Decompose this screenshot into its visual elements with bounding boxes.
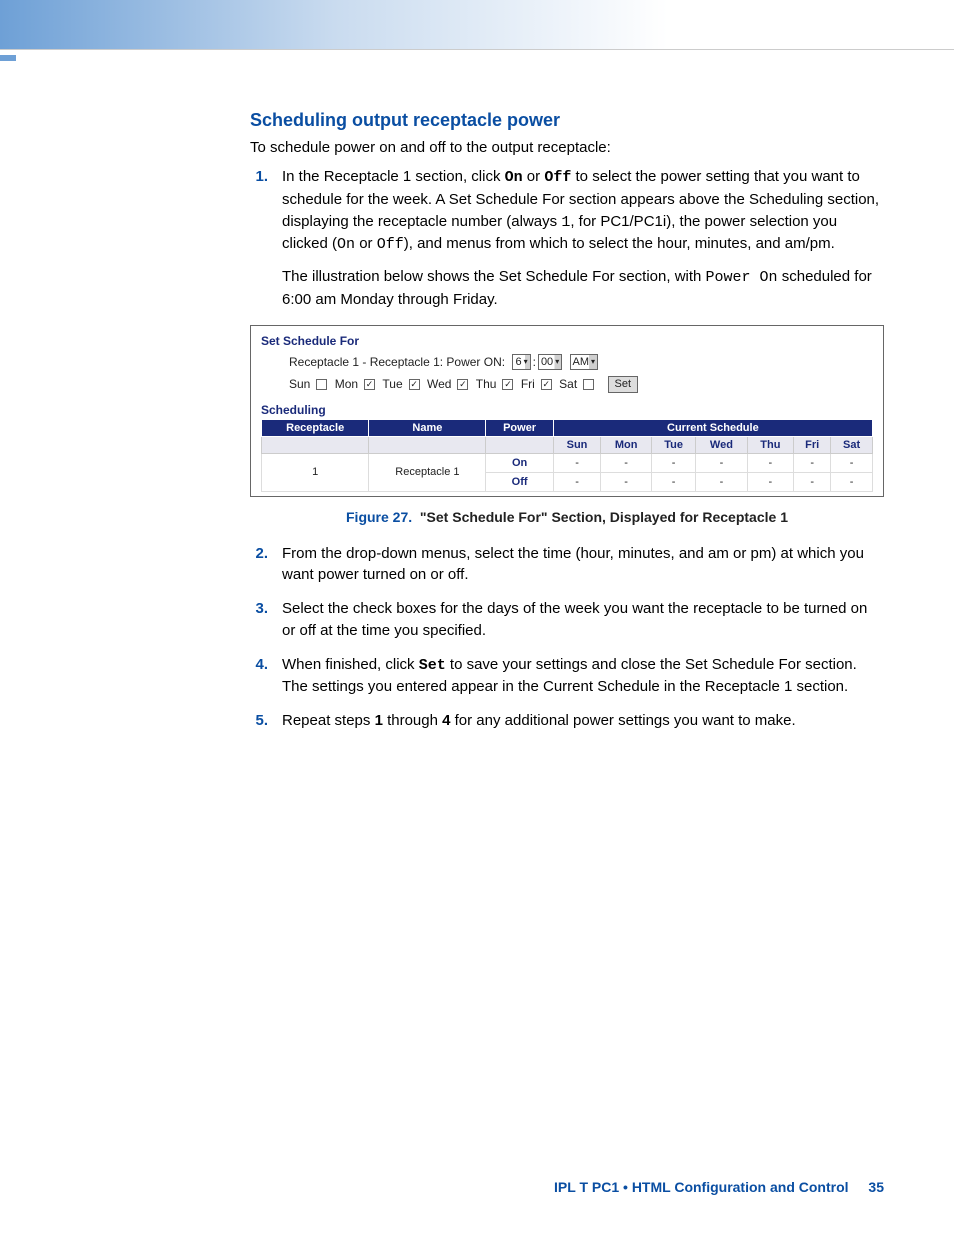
day-label: Tue: [382, 377, 402, 391]
step-body: From the drop-down menus, select the tim…: [282, 543, 884, 587]
day-label: Wed: [427, 377, 451, 391]
receptacle-number: 1: [262, 453, 369, 491]
schedule-cell[interactable]: -: [601, 472, 652, 491]
power-on-label[interactable]: On: [486, 453, 553, 472]
schedule-cell[interactable]: -: [831, 472, 873, 491]
step-number: 2.: [250, 543, 268, 587]
day-column-header: Tue: [651, 436, 695, 453]
set-schedule-header: Set Schedule For: [261, 334, 873, 348]
day-label: Thu: [476, 377, 497, 391]
page-top-gradient: [0, 0, 954, 50]
day-checkbox[interactable]: [541, 379, 552, 390]
day-column-header: Mon: [601, 436, 652, 453]
schedule-cell[interactable]: -: [553, 453, 601, 472]
set-button[interactable]: Set: [608, 376, 639, 393]
day-column-header: Sun: [553, 436, 601, 453]
day-label: Mon: [335, 377, 358, 391]
step-body: When finished, click Set to save your se…: [282, 654, 884, 699]
day-column-header: Fri: [794, 436, 831, 453]
day-checkbox[interactable]: [457, 379, 468, 390]
schedule-table: Receptacle Name Power Current Schedule S…: [261, 419, 873, 492]
day-label: Fri: [521, 377, 535, 391]
step-number: 4.: [250, 654, 268, 699]
day-column-header: Sat: [831, 436, 873, 453]
day-column-header: Wed: [696, 436, 747, 453]
step-body: Repeat steps 1 through 4 for any additio…: [282, 710, 796, 732]
schedule-cell[interactable]: -: [747, 472, 794, 491]
schedule-cell[interactable]: -: [747, 453, 794, 472]
schedule-cell[interactable]: -: [831, 453, 873, 472]
scheduling-header: Scheduling: [261, 403, 873, 417]
step-number: 5.: [250, 710, 268, 732]
left-margin-rule: [0, 55, 16, 61]
step-number: 3.: [250, 598, 268, 642]
power-off-label[interactable]: Off: [486, 472, 553, 491]
schedule-cell[interactable]: -: [651, 453, 695, 472]
schedule-cell[interactable]: -: [553, 472, 601, 491]
schedule-cell[interactable]: -: [696, 472, 747, 491]
step-number: 1.: [250, 166, 268, 311]
hour-select[interactable]: 6: [512, 354, 530, 370]
step-body: Select the check boxes for the days of t…: [282, 598, 884, 642]
figure-screenshot: Set Schedule For Receptacle 1 - Receptac…: [250, 325, 884, 497]
receptacle-name: Receptacle 1: [369, 453, 486, 491]
intro-text: To schedule power on and off to the outp…: [250, 139, 884, 156]
ampm-select[interactable]: AM: [570, 354, 599, 370]
page-footer: IPL T PC1 • HTML Configuration and Contr…: [554, 1179, 884, 1195]
schedule-cell[interactable]: -: [696, 453, 747, 472]
set-line-text: Receptacle 1 - Receptacle 1: Power ON:: [289, 355, 505, 369]
schedule-cell[interactable]: -: [651, 472, 695, 491]
day-checkbox[interactable]: [502, 379, 513, 390]
figure-caption: Figure 27. "Set Schedule For" Section, D…: [250, 509, 884, 525]
day-label: Sat: [559, 377, 577, 391]
step-body: In the Receptacle 1 section, click On or…: [282, 166, 884, 311]
schedule-cell[interactable]: -: [794, 453, 831, 472]
section-heading: Scheduling output receptacle power: [250, 110, 884, 131]
day-checkbox[interactable]: [583, 379, 594, 390]
day-column-header: Thu: [747, 436, 794, 453]
schedule-cell[interactable]: -: [601, 453, 652, 472]
minute-select[interactable]: 00: [538, 354, 562, 370]
day-checkbox[interactable]: [316, 379, 327, 390]
day-checkbox[interactable]: [409, 379, 420, 390]
day-label: Sun: [289, 377, 310, 391]
schedule-cell[interactable]: -: [794, 472, 831, 491]
day-checkbox[interactable]: [364, 379, 375, 390]
